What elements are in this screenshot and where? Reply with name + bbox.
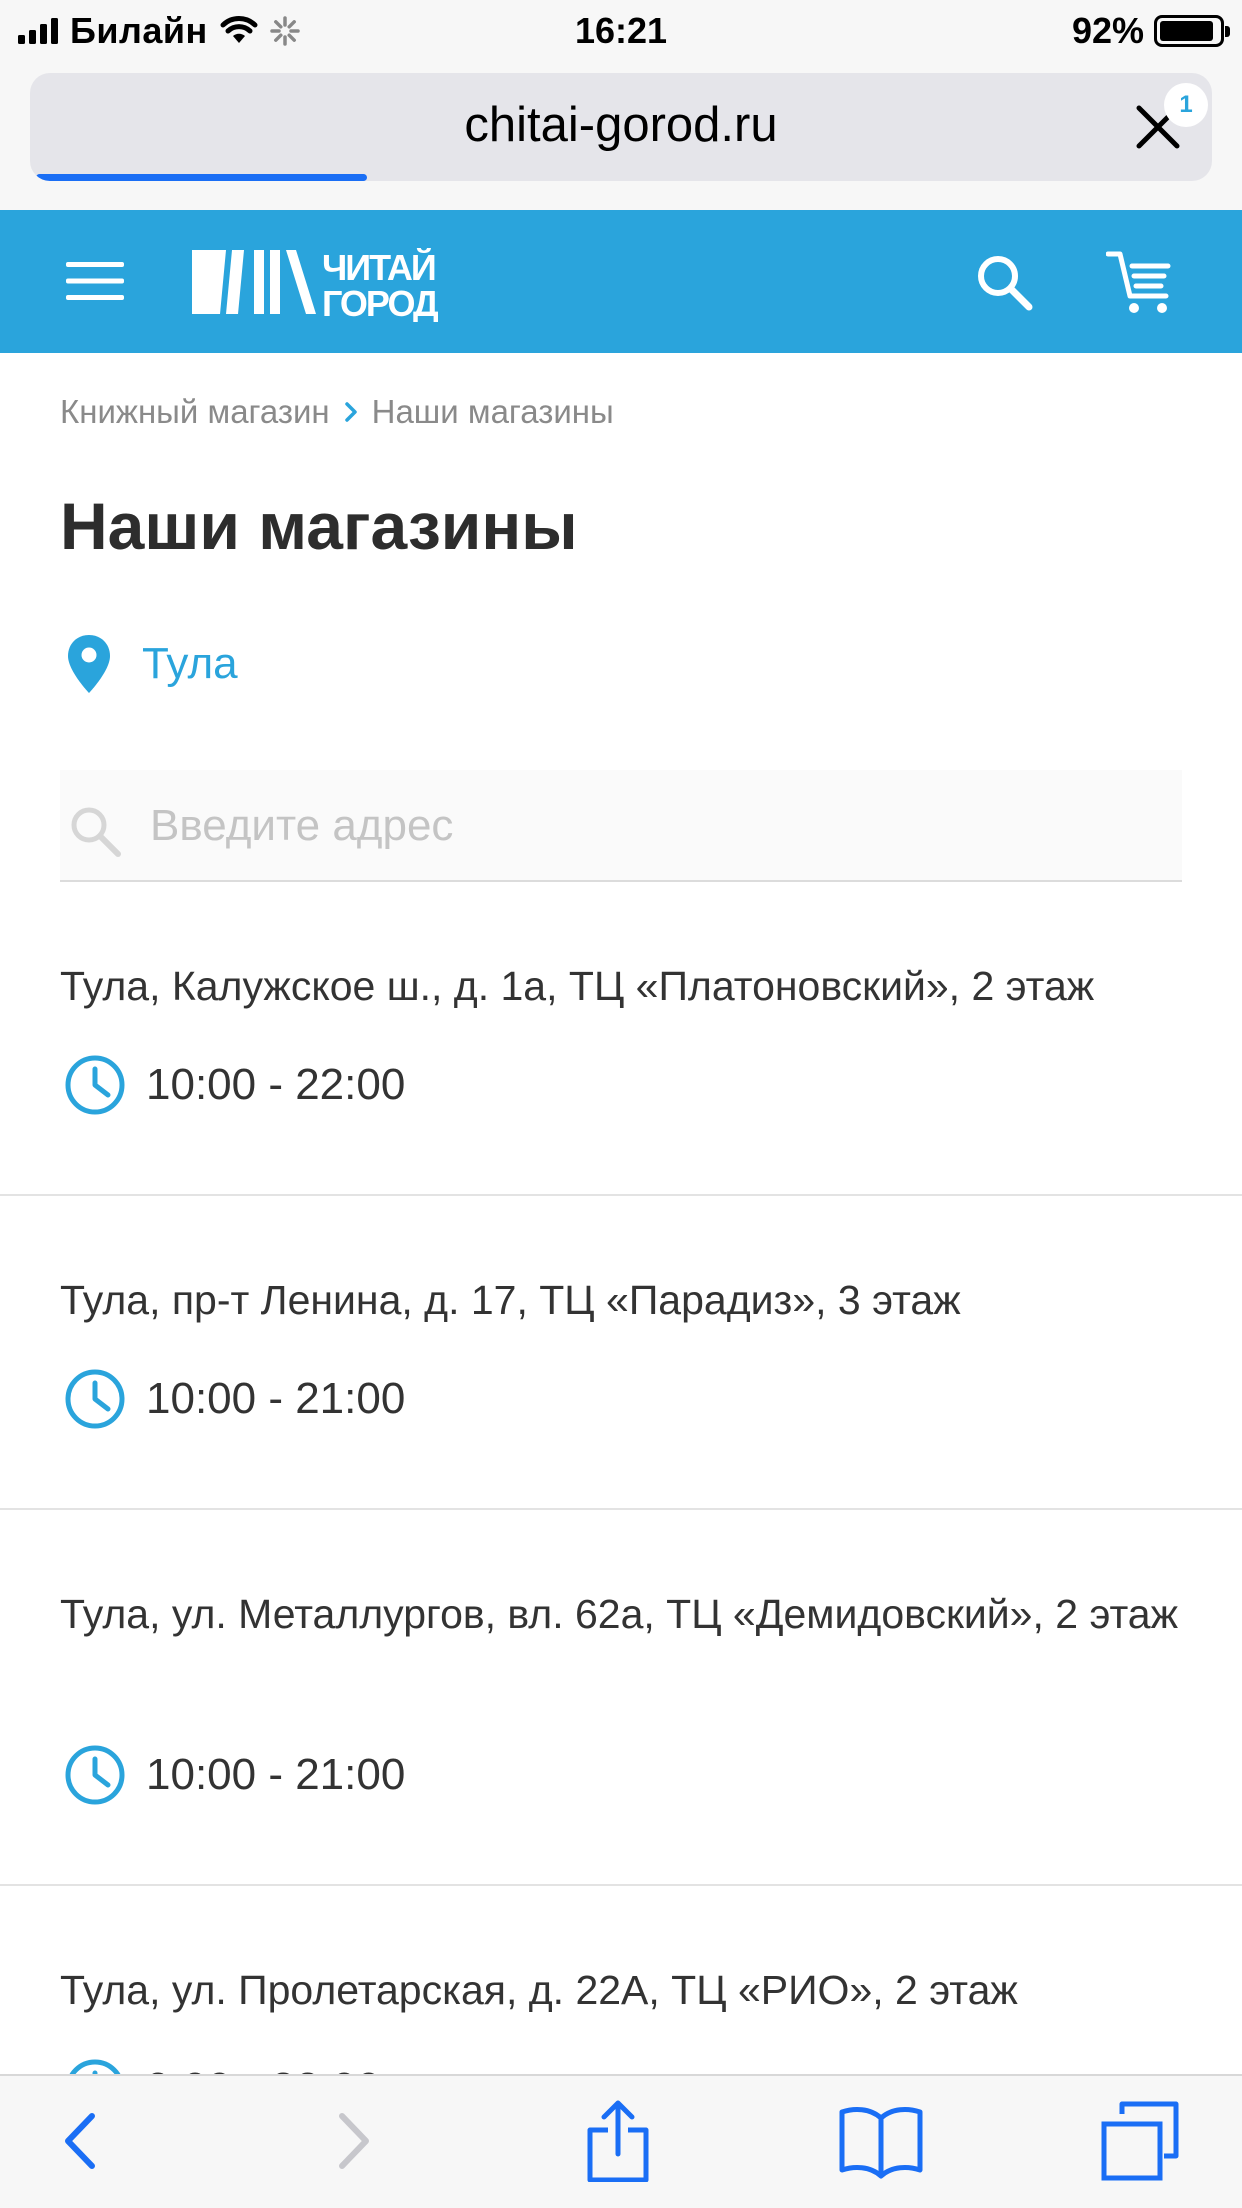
browser-toolbar — [0, 2074, 1242, 2208]
store-address: Тула, ул. Пролетарская, д. 22А, ТЦ «РИО»… — [60, 1967, 1018, 2013]
breadcrumb-current: Наши магазины — [371, 393, 614, 430]
site-logo[interactable]: ЧИТАЙ ГОРОД — [192, 248, 477, 322]
battery-percent: 92% — [1071, 10, 1144, 51]
forward-icon[interactable] — [332, 2100, 376, 2182]
page-title: Наши магазины — [60, 489, 578, 563]
logo-text-line2: ГОРОД — [322, 283, 438, 322]
chevron-right-icon — [344, 402, 357, 422]
clock-icon — [65, 1055, 125, 1115]
page-load-progress-bar — [36, 174, 367, 181]
store-hours: 10:00 - 22:00 — [64, 1054, 405, 1116]
store-address: Тула, ул. Металлургов, вл. 62а, ТЦ «Деми… — [60, 1591, 1179, 1637]
store-hours-text: 10:00 - 21:00 — [146, 1374, 406, 1423]
status-time: 16:21 — [574, 10, 668, 51]
share-icon[interactable] — [586, 2100, 650, 2182]
store-item[interactable]: Тула, ул. Металлургов, вл. 62а, ТЦ «Деми… — [0, 1510, 1242, 1886]
back-icon[interactable] — [58, 2100, 102, 2182]
address-search — [60, 770, 1182, 882]
store-hours-text: 10:00 - 21:00 — [146, 1750, 406, 1799]
store-address: Тула, пр-т Ленина, д. 17, ТЦ «Парадиз», … — [60, 1277, 961, 1323]
logo-text-line1: ЧИТАЙ — [322, 248, 435, 288]
city-selector[interactable]: Тула — [66, 633, 238, 695]
bookmarks-icon[interactable] — [838, 2100, 924, 2182]
cart-icon[interactable] — [1106, 250, 1176, 316]
clock-icon — [65, 1745, 125, 1805]
menu-icon[interactable] — [66, 261, 124, 301]
store-item[interactable]: Тула, Калужское ш., д. 1а, ТЦ «Платоновс… — [0, 882, 1242, 1196]
store-item[interactable]: Тула, пр-т Ленина, д. 17, ТЦ «Парадиз», … — [0, 1196, 1242, 1510]
breadcrumb-link-bookstore[interactable]: Книжный магазин — [60, 393, 330, 431]
search-icon[interactable] — [975, 253, 1033, 311]
store-hours: 10:00 - 21:00 — [64, 1368, 405, 1430]
search-icon — [71, 807, 121, 857]
clock-icon — [65, 1369, 125, 1429]
battery-icon — [1154, 15, 1230, 47]
url-text[interactable]: chitai-gorod.ru — [30, 73, 1212, 177]
store-hours: 10:00 - 21:00 — [64, 1744, 405, 1806]
store-hours-text: 10:00 - 22:00 — [146, 1060, 406, 1109]
status-right: 92% — [1071, 8, 1230, 54]
city-name[interactable]: Тула — [142, 639, 238, 689]
address-bar[interactable]: chitai-gorod.ru — [30, 73, 1212, 181]
status-bar: Билайн 16:21 92% — [0, 0, 1242, 62]
browser-top-bar: chitai-gorod.ru — [0, 62, 1242, 210]
tabs-icon[interactable] — [1100, 2100, 1180, 2182]
battery-level — [1160, 21, 1214, 41]
store-address: Тула, Калужское ш., д. 1а, ТЦ «Платоновс… — [60, 963, 1095, 1009]
address-search-input[interactable] — [150, 790, 1150, 862]
cart-count-badge[interactable]: 1 — [1164, 83, 1208, 127]
location-pin-icon — [68, 635, 110, 693]
site-header: ЧИТАЙ ГОРОД — [0, 210, 1242, 353]
breadcrumb: Книжный магазин Наши магазины — [60, 393, 614, 431]
